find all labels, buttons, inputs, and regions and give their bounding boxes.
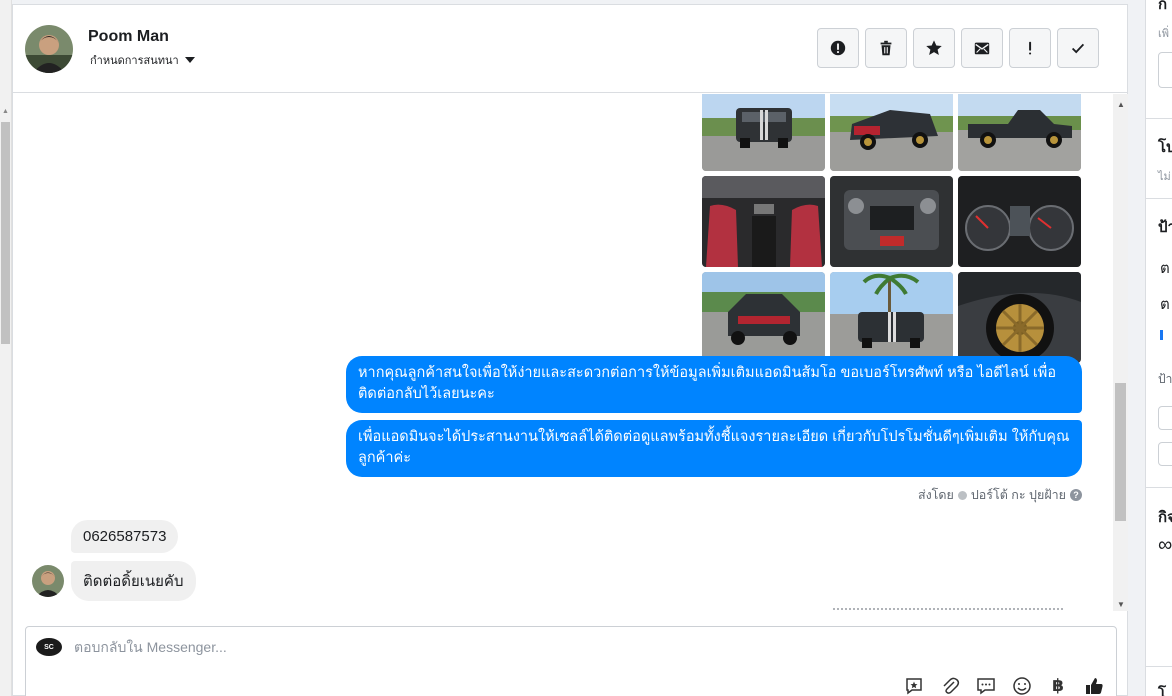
attachment-icon — [943, 677, 960, 694]
sidebar-label-marker — [1160, 330, 1166, 340]
partially-visible-text — [833, 608, 1063, 611]
sender-avatar — [32, 565, 64, 597]
photo-truck-side-view[interactable] — [958, 94, 1081, 171]
photo-truck-front-three-quarter[interactable] — [830, 94, 953, 171]
sidebar-section-title: โ — [1158, 686, 1167, 696]
delete-button[interactable] — [865, 28, 907, 68]
sidebar-input[interactable] — [1158, 52, 1172, 88]
payment-button[interactable]: ฿ — [1046, 674, 1070, 696]
reply-composer: SC ฿ — [25, 626, 1117, 696]
page-logo: SC — [36, 638, 62, 656]
thumbs-up-icon — [1086, 678, 1103, 694]
sidebar-section-title: โป — [1158, 139, 1172, 156]
photo-truck-rear-palm-trees[interactable] — [830, 272, 953, 363]
sidebar-label-row[interactable]: ต — [1160, 256, 1170, 280]
conversation-header: Poom Man กำหนดการสนทนา — [13, 5, 1127, 93]
photo-instrument-cluster[interactable] — [958, 176, 1081, 267]
reply-toolbar: ฿ — [902, 674, 1106, 696]
mark-done-button[interactable] — [1057, 28, 1099, 68]
contact-name[interactable]: Poom Man — [88, 28, 169, 46]
sidebar-section-subtitle: เพิ่ — [1158, 28, 1170, 40]
scroll-down-icon[interactable]: ▼ — [1117, 600, 1125, 609]
chat-bubble-icon — [977, 678, 995, 695]
conversation-actions — [817, 28, 1099, 68]
sidebar-section-subtitle: ไม่ — [1158, 171, 1171, 183]
inbox-app: ▲ Poom Man กำหนดการสนทนา หากคุณลูกค้าสนใ… — [0, 0, 1172, 696]
scroll-up-arrow-icon[interactable]: ▲ — [2, 108, 9, 115]
envelope-icon — [974, 42, 990, 55]
sidebar-section-subtitle: ป้า — [1158, 372, 1172, 386]
thread-scrollbar-thumb[interactable] — [1115, 383, 1126, 521]
emoji-button[interactable] — [1010, 674, 1034, 696]
photo-engine-bay[interactable] — [830, 176, 953, 267]
sidebar-field[interactable] — [1158, 406, 1172, 430]
sent-check-icon — [957, 490, 967, 500]
assign-conversation-label: กำหนดการสนทนา — [90, 55, 179, 67]
sidebar-divider — [1146, 487, 1172, 488]
sidebar-divider — [1146, 198, 1172, 199]
sent-by-indicator: ส่งโดย ปอร์โต้ กะ ปุยฝ้าย ? — [918, 485, 1082, 505]
sidebar-field[interactable] — [1158, 442, 1172, 466]
sidebar-activity-glyph: ∞ — [1158, 534, 1172, 556]
photo-gold-wheel-closeup[interactable] — [958, 272, 1081, 363]
photo-attachment-grid — [702, 94, 1081, 363]
caret-down-icon — [184, 57, 195, 63]
sent-by-name: ปอร์โต้ กะ ปุยฝ้าย — [970, 488, 1066, 502]
mark-spam-button[interactable] — [817, 28, 859, 68]
photo-truck-rear-view[interactable] — [702, 94, 825, 171]
star-icon — [926, 40, 942, 56]
trash-icon — [880, 40, 892, 56]
baht-payment-icon: ฿ — [1052, 676, 1064, 695]
help-icon[interactable]: ? — [1070, 489, 1082, 501]
photo-interior-seats[interactable] — [702, 176, 825, 267]
alert-circle-icon — [830, 40, 846, 56]
incoming-message[interactable]: ติดต่อดิ้ยเนยคับ — [71, 561, 196, 601]
sidebar-divider — [1146, 118, 1172, 119]
sidebar-section-title: กิจ — [1158, 509, 1172, 526]
outgoing-message[interactable]: หากคุณลูกค้าสนใจเพื่อให้ง่ายและสะดวกต่อก… — [346, 356, 1082, 413]
star-button[interactable] — [913, 28, 955, 68]
attach-file-button[interactable] — [938, 674, 962, 696]
conversation-panel: Poom Man กำหนดการสนทนา หากคุณลูกค้าสนใจเ… — [12, 4, 1128, 696]
photo-truck-front-view[interactable] — [702, 272, 825, 363]
follow-up-button[interactable] — [1009, 28, 1051, 68]
sidebar-section-title: ก — [1158, 0, 1168, 13]
page-scrollbar-thumb[interactable] — [1, 122, 10, 344]
sent-by-prefix: ส่งโดย — [917, 488, 954, 502]
outgoing-message[interactable]: เพื่อแอดมินจะได้ประสานงานให้เซลล์ได้ติดต… — [346, 420, 1082, 477]
quick-replies-button[interactable] — [974, 674, 998, 696]
customer-info-sidebar: ก เพิ่ โป ไม่ ป้า ต ต ป้า กิจ ∞ โ — [1145, 0, 1172, 696]
thread-scrollbar[interactable]: ▲ ▼ — [1113, 94, 1128, 611]
emoji-icon — [1013, 677, 1031, 695]
sidebar-label-row[interactable]: ต — [1160, 292, 1170, 316]
like-button[interactable] — [1082, 674, 1106, 696]
mark-unread-button[interactable] — [961, 28, 1003, 68]
checkmark-icon — [1071, 43, 1085, 54]
page-scrollbar[interactable]: ▲ — [0, 0, 12, 696]
sidebar-section-title: ป้า — [1158, 219, 1172, 236]
sidebar-divider — [1146, 666, 1172, 667]
contact-avatar[interactable] — [25, 25, 73, 73]
reply-input[interactable] — [74, 639, 894, 655]
saved-reply-button[interactable] — [902, 674, 926, 696]
saved-reply-icon — [906, 678, 922, 695]
incoming-message[interactable]: 0626587573 — [71, 520, 179, 553]
exclamation-icon — [1029, 41, 1032, 55]
scroll-up-icon[interactable]: ▲ — [1117, 100, 1125, 109]
assign-conversation-dropdown[interactable]: กำหนดการสนทนา — [90, 51, 195, 69]
message-thread: หากคุณลูกค้าสนใจเพื่อให้ง่ายและสะดวกต่อก… — [13, 94, 1113, 611]
